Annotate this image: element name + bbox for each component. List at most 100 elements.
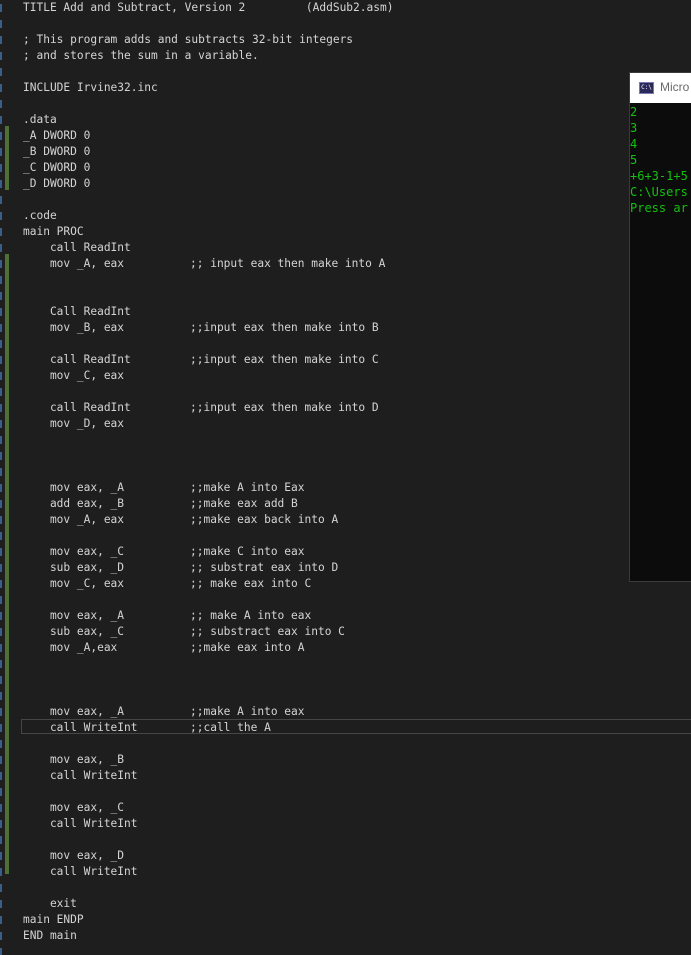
code-line[interactable]: main ENDP (23, 912, 84, 928)
code-line[interactable]: END main (23, 928, 77, 944)
code-line[interactable]: _C DWORD 0 (23, 160, 90, 176)
code-line[interactable]: call WriteInt (23, 768, 138, 784)
gutter-tick (0, 212, 2, 220)
gutter-tick (0, 132, 2, 140)
gutter-tick (0, 724, 2, 732)
code-line[interactable]: call ReadInt ;;input eax then make into C (23, 352, 379, 368)
code-line[interactable]: mov eax, _A ;;make A into Eax (23, 480, 305, 496)
code-comment: ;; substrat eax into D (190, 561, 339, 574)
gutter-tick (0, 628, 2, 636)
gutter-tick (0, 388, 2, 396)
code-line[interactable]: add eax, _B ;;make eax add B (23, 496, 298, 512)
code-line[interactable]: .code (23, 208, 57, 224)
code-comment: ;;make eax add B (190, 497, 298, 510)
code-line[interactable]: .data (23, 112, 57, 128)
console-output-line: 5 (630, 153, 638, 167)
console-window[interactable]: C:\ Micro 2 3 4 5 +6+3-1+5 C:\Users Press ar (629, 72, 691, 582)
code-line[interactable]: call ReadInt (23, 240, 131, 256)
console-title-bar[interactable]: C:\ Micro (630, 73, 691, 103)
code-text: call ReadInt (23, 353, 131, 366)
code-text: ; This program adds and subtracts 32-bit… (23, 33, 354, 46)
code-line[interactable]: mov _C, eax (23, 368, 124, 384)
code-line[interactable]: mov _B, eax ;;input eax then make into B (23, 320, 379, 336)
gutter-tick (0, 852, 2, 860)
code-line[interactable]: ; This program adds and subtracts 32-bit… (23, 32, 353, 48)
code-line[interactable]: call WriteInt (23, 816, 138, 832)
code-line[interactable]: call ReadInt ;;input eax then make into D (23, 400, 379, 416)
code-line[interactable]: sub eax, _D ;; substrat eax into D (23, 560, 338, 576)
code-line[interactable]: INCLUDE Irvine32.inc (23, 80, 158, 96)
code-text: main ENDP (23, 913, 84, 926)
gutter-tick (0, 420, 2, 428)
code-line[interactable]: sub eax, _C ;; substract eax into C (23, 624, 345, 640)
gutter-tick (0, 644, 2, 652)
gutter-tick (0, 4, 2, 12)
code-line[interactable]: ; and stores the sum in a variable. (23, 48, 259, 64)
code-comment: ;;input eax then make into D (190, 401, 379, 414)
code-text: ; and stores the sum in a variable. (23, 49, 259, 62)
code-comment: ;;make eax back into A (190, 513, 339, 526)
gutter-tick (0, 404, 2, 412)
code-comment: ;;input eax then make into B (190, 321, 379, 334)
gutter-tick (0, 660, 2, 668)
gutter-tick (0, 820, 2, 828)
code-comment: ;;make eax into A (190, 641, 305, 654)
code-line[interactable]: _A DWORD 0 (23, 128, 90, 144)
code-comment: ;; input eax then make into A (190, 257, 386, 270)
code-text: mov _D, eax (23, 417, 125, 430)
code-line[interactable]: mov eax, _A ;;make A into eax (23, 704, 305, 720)
code-text: mov _A, eax (23, 257, 125, 270)
code-text: call WriteInt (23, 865, 138, 878)
code-line[interactable]: mov eax, _B (23, 752, 124, 768)
code-line[interactable]: Call ReadInt (23, 304, 131, 320)
gutter-tick (0, 324, 2, 332)
code-text: _B DWORD 0 (23, 145, 91, 158)
code-text: call ReadInt (23, 401, 131, 414)
gutter-tick (0, 916, 2, 924)
code-line[interactable]: mov _C, eax ;; make eax into C (23, 576, 311, 592)
code-line[interactable]: call WriteInt ;;call the A (23, 720, 271, 736)
code-line[interactable]: mov eax, _D (23, 848, 124, 864)
code-text: main PROC (23, 225, 84, 238)
code-text: mov _C, eax (23, 577, 125, 590)
gutter-tick (0, 756, 2, 764)
gutter-tick (0, 596, 2, 604)
code-line[interactable]: mov eax, _A ;; make A into eax (23, 608, 311, 624)
code-text: END main (23, 929, 77, 942)
code-line[interactable]: _D DWORD 0 (23, 176, 90, 192)
code-text: sub eax, _C (23, 625, 125, 638)
code-line[interactable]: mov _A,eax ;;make eax into A (23, 640, 305, 656)
gutter-tick (0, 36, 2, 44)
code-line[interactable]: call WriteInt (23, 864, 138, 880)
code-line[interactable]: mov eax, _C ;;make C into eax (23, 544, 305, 560)
code-line[interactable]: mov _D, eax (23, 416, 124, 432)
code-text: _D DWORD 0 (23, 177, 91, 190)
console-output-line: Press ar (630, 201, 688, 215)
gutter-tick (0, 164, 2, 172)
code-line[interactable]: mov _A, eax ;; input eax then make into A (23, 256, 385, 272)
code-line[interactable]: mov _A, eax ;;make eax back into A (23, 512, 338, 528)
gutter-tick (0, 740, 2, 748)
console-output-line: 4 (630, 137, 638, 151)
gutter-tick (0, 788, 2, 796)
gutter-tick (0, 20, 2, 28)
gutter-tick (0, 484, 2, 492)
code-text: mov _A, eax (23, 513, 125, 526)
code-editor[interactable]: TITLE Add and Subtract, Version 2 (AddSu… (0, 0, 691, 955)
code-line[interactable]: TITLE Add and Subtract, Version 2 (AddSu… (23, 0, 393, 16)
code-text: mov eax, _A (23, 705, 125, 718)
code-line[interactable]: main PROC (23, 224, 84, 240)
editor-gutter (0, 0, 14, 955)
code-text: INCLUDE Irvine32.inc (23, 81, 158, 94)
code-line[interactable]: exit (23, 896, 77, 912)
code-comment: ;;make A into Eax (190, 481, 305, 494)
code-text: .data (23, 113, 57, 126)
gutter-tick (0, 500, 2, 508)
code-text: mov _B, eax (23, 321, 125, 334)
gutter-tick (0, 148, 2, 156)
code-line[interactable]: mov eax, _C (23, 800, 124, 816)
code-line[interactable]: _B DWORD 0 (23, 144, 90, 160)
gutter-tick (0, 68, 2, 76)
gutter-tick (0, 516, 2, 524)
gutter-tick (0, 532, 2, 540)
